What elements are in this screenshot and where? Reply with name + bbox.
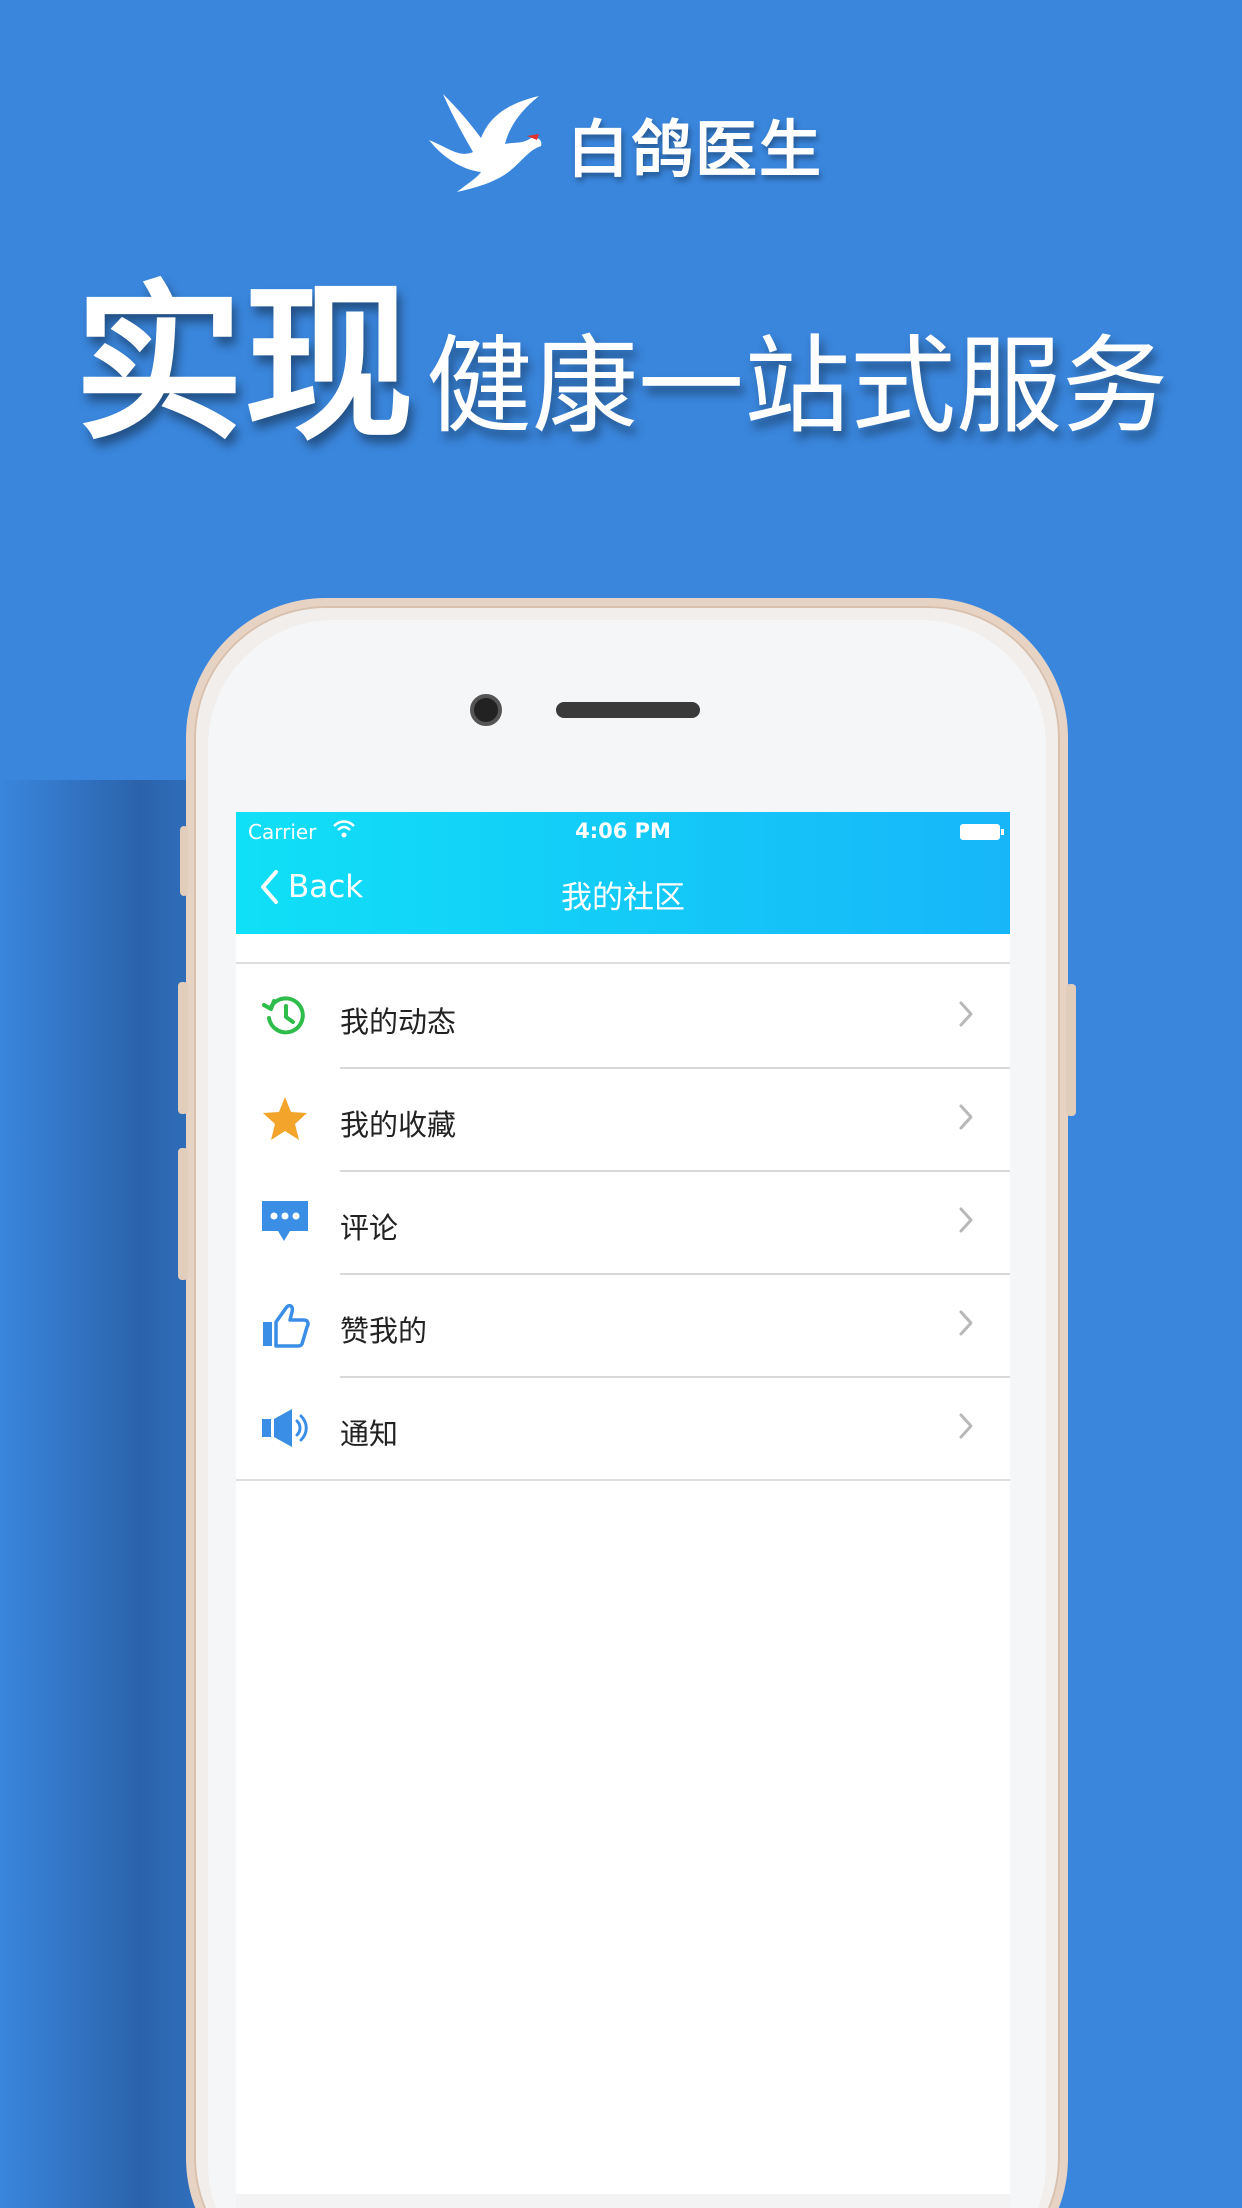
volume-up-button	[178, 982, 188, 1114]
chevron-right-icon	[959, 1310, 973, 1336]
status-time: 4:06 PM	[575, 819, 671, 843]
battery-icon	[960, 824, 1004, 840]
menu-item-label: 我的收藏	[340, 1108, 457, 1142]
chevron-right-icon	[959, 1001, 973, 1027]
menu-item-my-posts[interactable]: 我的动态	[236, 964, 1010, 1067]
menu-item-label: 通知	[340, 1417, 399, 1451]
dove-logo-icon	[428, 94, 542, 192]
mute-switch	[180, 826, 188, 896]
brand-name: 白鸽医生	[566, 113, 823, 186]
navigation-bar: Carrier 4:06 PM Back 我的社区	[236, 812, 1010, 934]
chevron-right-icon	[959, 1413, 973, 1439]
menu-item-comments[interactable]: 评论	[236, 1170, 1010, 1273]
history-clock-icon	[262, 996, 305, 1035]
front-camera-icon	[470, 694, 502, 726]
chevron-right-icon	[959, 1104, 973, 1130]
power-button	[1066, 984, 1076, 1116]
menu-item-label: 赞我的	[340, 1314, 428, 1348]
page-title: 我的社区	[561, 880, 685, 916]
community-menu: 我的动态 我的收藏 评论 赞我的 通知	[236, 962, 1010, 1481]
headline-small: 健康一站式服务	[426, 325, 1168, 448]
earpiece-speaker	[556, 702, 700, 718]
volume-down-button	[178, 1148, 188, 1280]
star-icon	[263, 1097, 307, 1140]
brand-header: 白鸽医生	[0, 88, 1242, 200]
menu-item-label: 评论	[340, 1211, 399, 1245]
comment-bubble-icon	[262, 1201, 308, 1241]
screen-bottom-edge	[236, 2194, 1010, 2208]
speaker-icon	[262, 1409, 308, 1447]
menu-item-likes[interactable]: 赞我的	[236, 1273, 1010, 1376]
headline-big: 实现	[73, 266, 414, 464]
phone-screen: Carrier 4:06 PM Back 我的社区 我的动态 我的收藏 评论 赞…	[236, 812, 1010, 2208]
thumbs-up-icon	[263, 1303, 310, 1348]
menu-item-label: 我的动态	[340, 1005, 457, 1039]
menu-item-favorites[interactable]: 我的收藏	[236, 1067, 1010, 1170]
background-shadow	[0, 780, 200, 2208]
chevron-right-icon	[959, 1207, 973, 1233]
headline: 实现 健康一站式服务	[0, 280, 1242, 450]
menu-item-notifications[interactable]: 通知	[236, 1376, 1010, 1479]
